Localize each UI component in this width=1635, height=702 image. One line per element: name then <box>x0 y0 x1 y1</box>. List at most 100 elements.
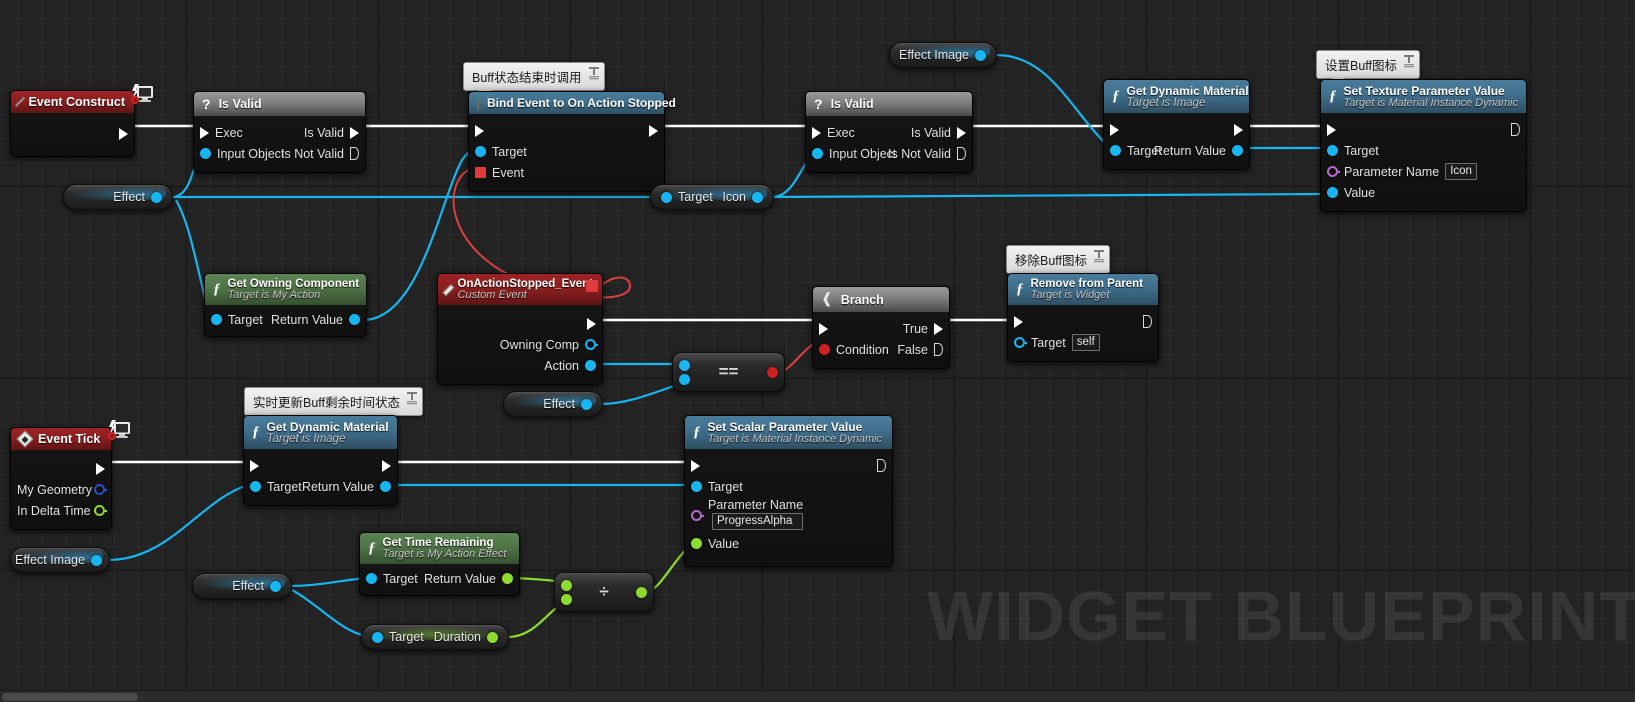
pin-row-value[interactable]: Value <box>1321 182 1526 203</box>
exec-out-pin[interactable] <box>1143 315 1152 328</box>
pin-row-exec-out[interactable] <box>11 123 134 144</box>
exec-out-pin[interactable] <box>1511 123 1520 136</box>
exec-out-pin[interactable] <box>1234 123 1243 136</box>
target-value[interactable]: self <box>1071 334 1100 351</box>
object-in-pin[interactable] <box>812 148 823 159</box>
object-in-pin[interactable] <box>211 314 222 325</box>
node-on-action-stopped-event[interactable]: OnActionStopped_Event Custom Event Ownin… <box>437 273 603 385</box>
pin-row-target[interactable]: Target Return Value <box>244 476 397 497</box>
object-out-pin[interactable] <box>270 580 281 592</box>
pin-row-in-delta-time[interactable]: In Delta Time <box>11 500 111 521</box>
pin-row-exec[interactable] <box>1008 311 1158 332</box>
input-a-pin[interactable] <box>679 359 690 371</box>
pin-row-action[interactable]: Action <box>438 355 602 376</box>
object-in-pin[interactable] <box>661 191 672 203</box>
pin-row-exec[interactable] <box>1104 119 1249 140</box>
exec-in-pin[interactable] <box>691 459 700 472</box>
object-out-pin[interactable] <box>581 398 592 410</box>
horizontal-scrollbar-thumb[interactable] <box>2 693 138 701</box>
object-out-pin[interactable] <box>1232 145 1243 156</box>
node-set-scalar-parameter-value[interactable]: ƒ Set Scalar Parameter Value Target is M… <box>684 415 893 567</box>
node-get-owning-component[interactable]: ƒ Get Owning Component Target is My Acti… <box>204 273 367 337</box>
node-event-construct[interactable]: Event Construct <box>10 84 153 157</box>
exec-in-pin[interactable] <box>1327 123 1336 136</box>
input-b-pin[interactable] <box>561 593 572 605</box>
node-get-dynamic-material-2[interactable]: ƒ Get Dynamic Material Target is Image T… <box>243 415 398 506</box>
variable-getter-effect-image-tick[interactable]: Effect Image <box>10 547 110 573</box>
pin-row-exec[interactable] <box>685 455 892 476</box>
pin-row-input-object[interactable]: Input Object Is Not Valid <box>806 143 972 164</box>
pin-row-exec[interactable] <box>469 120 664 141</box>
variable-getter-effect-1[interactable]: Effect <box>63 184 173 210</box>
exec-out-pin[interactable] <box>382 459 391 472</box>
input-a-pin[interactable] <box>561 579 572 591</box>
float-out-pin[interactable] <box>487 631 498 643</box>
variable-getter-effect-3[interactable]: Effect <box>192 573 292 599</box>
exec-in-pin[interactable] <box>475 124 484 137</box>
pin-row-exec[interactable] <box>438 313 602 334</box>
node-get-duration[interactable]: Target Duration <box>361 624 509 650</box>
exec-out-pin-is-not-valid[interactable] <box>957 147 966 160</box>
blueprint-graph-canvas[interactable]: WIDGET BLUEPRINT Buff状态结束时调用 设置Buff图标 移除… <box>0 0 1635 702</box>
exec-in-pin[interactable] <box>250 459 259 472</box>
object-ref-out-pin[interactable] <box>585 339 596 350</box>
pin-row-exec[interactable] <box>11 458 111 479</box>
node-get-time-remaining[interactable]: ƒ Get Time Remaining Target is My Action… <box>359 532 520 596</box>
bool-out-pin[interactable] <box>766 366 778 378</box>
pin-row-parameter-name[interactable]: Parameter Name ProgressAlpha <box>685 497 892 533</box>
pin-row-condition[interactable]: Condition False <box>813 339 949 360</box>
pin-row-owning-comp[interactable]: Owning Comp <box>438 334 602 355</box>
object-in-pin[interactable] <box>372 631 383 643</box>
node-event-tick[interactable]: Event Tick My Geometry In Delta Time <box>10 420 130 530</box>
pin-row-parameter-name[interactable]: Parameter Name Icon <box>1321 161 1526 182</box>
object-out-pin[interactable] <box>752 191 763 203</box>
bool-in-pin[interactable] <box>819 344 830 355</box>
object-out-pin[interactable] <box>380 481 391 492</box>
pin-row-exec[interactable] <box>244 455 397 476</box>
exec-out-pin-true[interactable] <box>934 322 943 335</box>
object-in-pin[interactable] <box>250 481 261 492</box>
pin-row-target[interactable]: Target <box>469 141 664 162</box>
pin-row-exec[interactable]: Exec Is Valid <box>806 122 972 143</box>
delegate-in-pin[interactable] <box>475 167 486 178</box>
pin-row-event[interactable]: Event <box>469 162 664 183</box>
object-out-pin[interactable] <box>151 191 162 203</box>
object-out-pin[interactable] <box>349 314 360 325</box>
struct-out-pin[interactable] <box>94 484 105 495</box>
pin-row-value[interactable]: Value <box>685 533 892 554</box>
parameter-name-value[interactable]: ProgressAlpha <box>712 513 804 530</box>
float-out-pin[interactable] <box>636 586 647 598</box>
node-is-valid-2[interactable]: ? Is Valid Exec Is Valid Input Object Is… <box>805 91 973 173</box>
object-out-pin[interactable] <box>90 554 102 566</box>
object-ref-in-pin[interactable] <box>1014 337 1025 348</box>
object-out-pin[interactable] <box>975 49 986 61</box>
pin-row-my-geometry[interactable]: My Geometry <box>11 479 111 500</box>
comment-bubble-update-progress[interactable]: 实时更新Buff剩余时间状态 <box>244 387 424 422</box>
name-in-pin[interactable] <box>691 510 702 521</box>
pin-row-target[interactable]: Target Return Value <box>1104 140 1249 161</box>
pin-row-target[interactable]: Target self <box>1008 332 1158 353</box>
exec-out-pin[interactable] <box>96 462 105 475</box>
exec-out-pin-is-valid[interactable] <box>957 126 966 139</box>
pin-row-target[interactable]: Target Return Value <box>360 568 519 589</box>
exec-out-pin-is-valid[interactable] <box>350 126 359 139</box>
node-is-valid-1[interactable]: ? Is Valid Exec Is Valid Input Object Is… <box>193 91 366 173</box>
exec-out-pin-is-not-valid[interactable] <box>350 147 359 160</box>
node-divide[interactable]: ÷ <box>554 572 654 612</box>
variable-node-target-icon[interactable]: Target Icon <box>650 184 774 210</box>
exec-out-pin[interactable] <box>877 459 886 472</box>
exec-out-pin-false[interactable] <box>934 343 943 356</box>
exec-in-pin[interactable] <box>1014 315 1023 328</box>
float-in-pin[interactable] <box>691 538 702 549</box>
input-b-pin[interactable] <box>679 373 690 385</box>
exec-out-pin[interactable] <box>587 317 596 330</box>
name-in-pin[interactable] <box>1327 166 1338 177</box>
object-in-pin[interactable] <box>1327 187 1338 198</box>
exec-in-pin[interactable] <box>819 322 828 335</box>
horizontal-scrollbar-track[interactable] <box>0 690 1635 702</box>
node-set-texture-parameter-value[interactable]: ƒ Set Texture Parameter Value Target is … <box>1320 79 1527 212</box>
exec-in-pin[interactable] <box>812 126 821 139</box>
exec-in-pin[interactable] <box>1110 123 1119 136</box>
node-get-dynamic-material-1[interactable]: ƒ Get Dynamic Material Target is Image T… <box>1103 79 1250 170</box>
float-out-pin[interactable] <box>94 505 105 516</box>
